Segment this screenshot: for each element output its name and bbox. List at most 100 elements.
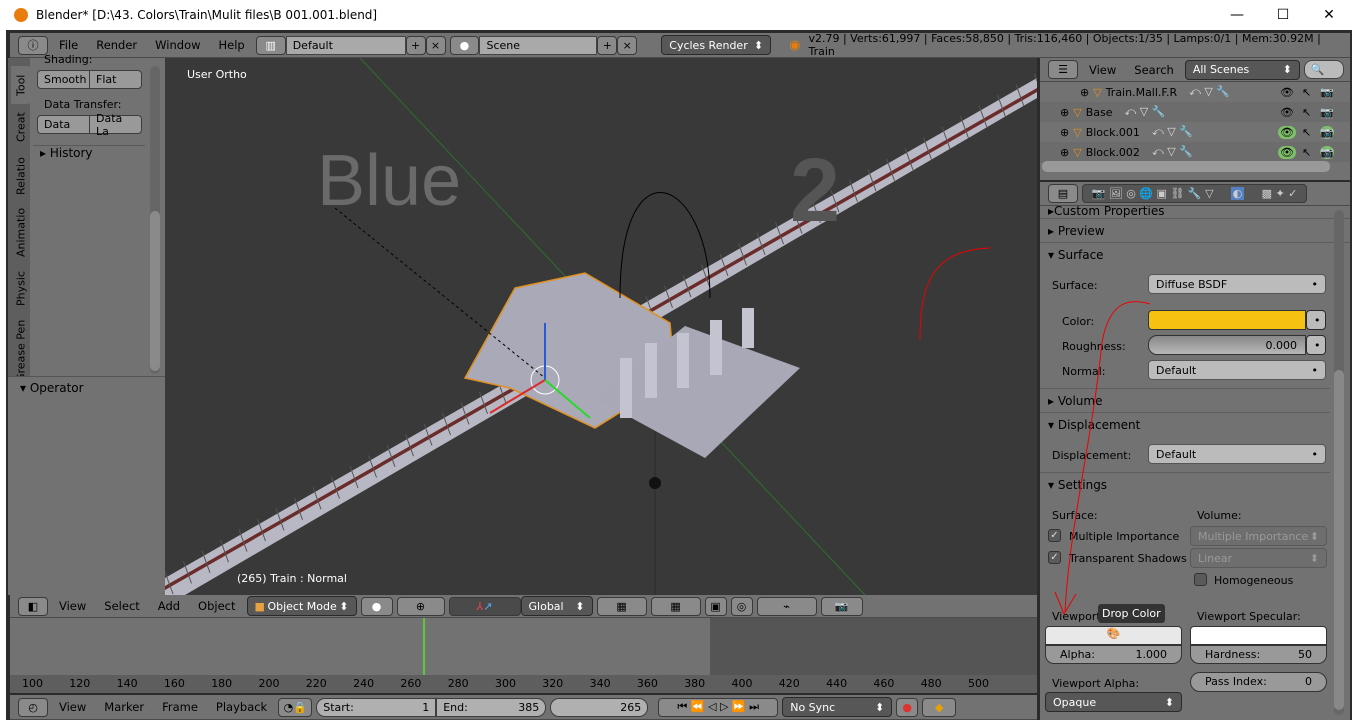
roughness-slider[interactable]: 0.000 [1148, 335, 1306, 355]
visibility-eye-icon[interactable]: 👁 [1278, 106, 1296, 119]
outliner-editor-icon[interactable]: ☰ [1048, 60, 1078, 79]
menu-timeline-view[interactable]: View [52, 700, 93, 714]
sync-select[interactable]: No Sync ⬍ [782, 697, 893, 717]
menu-render[interactable]: Render [89, 38, 144, 52]
expand-icon[interactable]: ⊕ [1060, 106, 1069, 119]
add-scene-icon[interactable]: + [597, 35, 618, 55]
data-button[interactable]: Data [37, 115, 90, 134]
tab-relations[interactable]: Relatio [11, 150, 31, 202]
homogeneous-checkbox[interactable] [1194, 573, 1207, 586]
flat-button[interactable]: Flat [89, 70, 142, 89]
context-tabs[interactable]: 📷 🖼 ◎ 🌐 ▣ ⛓ 🔧 ▽ ◐ ▩ ✦ ✓ [1082, 184, 1307, 203]
surface-header[interactable]: ▾ Surface [1040, 242, 1350, 266]
tab-physics[interactable]: Physic [11, 262, 31, 316]
shading-select[interactable]: ● [360, 596, 393, 616]
remove-scene-icon[interactable]: × [617, 35, 638, 55]
select-cursor-icon[interactable]: ↖ [1302, 126, 1311, 139]
menu-playback[interactable]: Playback [209, 700, 274, 714]
object-name[interactable]: Train.Mall.F.R [1106, 86, 1177, 99]
select-cursor-icon[interactable]: ↖ [1302, 146, 1311, 159]
settings-header[interactable]: ▾ Settings [1040, 472, 1330, 496]
tool-scrollbar[interactable] [150, 66, 160, 374]
alpha-field[interactable]: Alpha: 1.000 [1045, 645, 1182, 664]
color-link-button[interactable]: • [1306, 310, 1326, 330]
menu-help[interactable]: Help [212, 38, 252, 52]
render-engine-select[interactable]: Cycles Render ⬍ [661, 35, 772, 55]
hardness-field[interactable]: Hardness: 50 [1190, 645, 1327, 664]
select-cursor-icon[interactable]: ↖ [1302, 86, 1311, 99]
render-icons[interactable]: 📷 [820, 596, 863, 616]
end-frame-field[interactable]: End: 385 [436, 697, 547, 717]
viewport-specular-swatch[interactable] [1190, 626, 1327, 645]
roughness-link-button[interactable]: • [1306, 335, 1326, 355]
keying-icon[interactable]: ◆ [922, 697, 957, 717]
orientation-select[interactable]: Global ⬍ [520, 596, 593, 616]
remove-layout-icon[interactable]: × [425, 35, 446, 55]
lock-layers-icon[interactable]: ▣ [704, 596, 727, 616]
multiple-importance-checkbox[interactable]: ✓ [1048, 529, 1061, 542]
render-camera-icon[interactable]: 📷 [1320, 125, 1334, 139]
3d-viewport[interactable]: /* sleepers drawn below */ User Ortho Bl… [165, 58, 1037, 595]
normal-select[interactable]: Default • [1148, 360, 1326, 380]
volume-header[interactable]: ▸ Volume [1040, 388, 1330, 412]
transparent-shadows-checkbox[interactable]: ✓ [1048, 551, 1061, 564]
visibility-eye-icon[interactable]: 👁 [1278, 145, 1296, 159]
render-camera-icon[interactable]: 📷 [1320, 86, 1334, 99]
editor-type-icon[interactable]: ◧ [18, 596, 48, 616]
layers-2[interactable]: ▦ [650, 596, 701, 616]
smooth-button[interactable]: Smooth [37, 70, 90, 89]
layout-field[interactable]: Default [285, 35, 406, 55]
menu-select[interactable]: Select [97, 599, 146, 613]
layout-icon[interactable]: ▥ [255, 35, 286, 55]
preview-header[interactable]: ▸ Preview [1040, 218, 1350, 242]
menu-marker[interactable]: Marker [97, 700, 151, 714]
render-camera-icon[interactable]: 📷 [1320, 145, 1334, 159]
visibility-eye-icon[interactable]: 👁 [1278, 125, 1296, 139]
proportional-icon[interactable]: ◎ [730, 596, 753, 616]
maximize-button[interactable]: ☐ [1260, 0, 1306, 30]
record-icon[interactable]: ● [896, 697, 919, 717]
outliner-row[interactable]: ⊕ ▽ Block.002 ⤺ ▽ 🔧 👁 ↖ 📷 [1040, 142, 1350, 162]
preview-range-icon[interactable]: ◔🔒 [278, 697, 313, 717]
history-panel-header[interactable]: ▸ History [40, 146, 93, 160]
operator-header[interactable]: ▾ Operator [8, 377, 165, 399]
outliner-hscrollbar[interactable] [1042, 161, 1330, 172]
scene-icon[interactable]: ● [449, 35, 480, 55]
properties-editor-icon[interactable]: ▤ [1048, 184, 1078, 203]
current-frame-indicator[interactable] [423, 618, 425, 675]
expand-icon[interactable]: ⊕ [1060, 126, 1069, 139]
layers-1[interactable]: ▦ [596, 596, 647, 616]
tab-tool[interactable]: Tool [11, 66, 31, 104]
timeline-editor-icon[interactable]: ◴ [18, 697, 48, 717]
snap-icons[interactable]: ⌁ [756, 596, 817, 616]
display-mode-select[interactable]: All Scenes ⬍ [1184, 59, 1300, 80]
close-button[interactable]: ✕ [1306, 0, 1352, 30]
menu-file[interactable]: File [52, 38, 85, 52]
render-camera-icon[interactable]: 📷 [1320, 106, 1334, 119]
add-layout-icon[interactable]: + [405, 35, 426, 55]
mode-select[interactable]: ■ Object Mode ⬍ [246, 596, 357, 616]
volume-sampling-select[interactable]: Multiple Importance ⬍ [1190, 526, 1327, 546]
outliner-menu-view[interactable]: View [1082, 63, 1123, 77]
start-frame-field[interactable]: Start: 1 [316, 697, 437, 717]
outliner-row[interactable]: ⊕ ▽ Block.001 ⤺ ▽ 🔧 👁 ↖ 📷 [1040, 122, 1350, 142]
playback-controls[interactable]: ⏮ ⏪ ◁ ▷ ⏩ ⏭ [658, 697, 779, 717]
expand-icon[interactable]: ⊕ [1080, 86, 1089, 99]
object-name[interactable]: Block.002 [1086, 146, 1140, 159]
select-cursor-icon[interactable]: ↖ [1302, 106, 1311, 119]
info-editor-icon[interactable]: ⓘ [18, 35, 48, 55]
minimize-button[interactable]: — [1214, 0, 1260, 30]
visibility-eye-icon[interactable]: 👁 [1278, 86, 1296, 99]
object-name[interactable]: Base [1086, 106, 1113, 119]
displacement-select[interactable]: Default • [1148, 444, 1326, 464]
volume-interp-select[interactable]: Linear ⬍ [1190, 548, 1327, 568]
tab-create[interactable]: Creat [11, 106, 31, 148]
data-layers-button[interactable]: Data La [89, 112, 142, 138]
menu-window[interactable]: Window [148, 38, 207, 52]
tab-grease-pencil[interactable]: Grease Pen [11, 318, 31, 384]
pivot-select[interactable]: ⊕ [396, 596, 445, 616]
menu-add[interactable]: Add [151, 599, 187, 613]
outliner-row[interactable]: ⊕ ▽ Train.Mall.F.R ⤺ ▽ 🔧 👁 ↖ 📷 [1040, 82, 1350, 102]
scene-field[interactable]: Scene [479, 35, 598, 55]
custom-properties-header[interactable]: ▸ Custom Properties [1040, 206, 1350, 218]
